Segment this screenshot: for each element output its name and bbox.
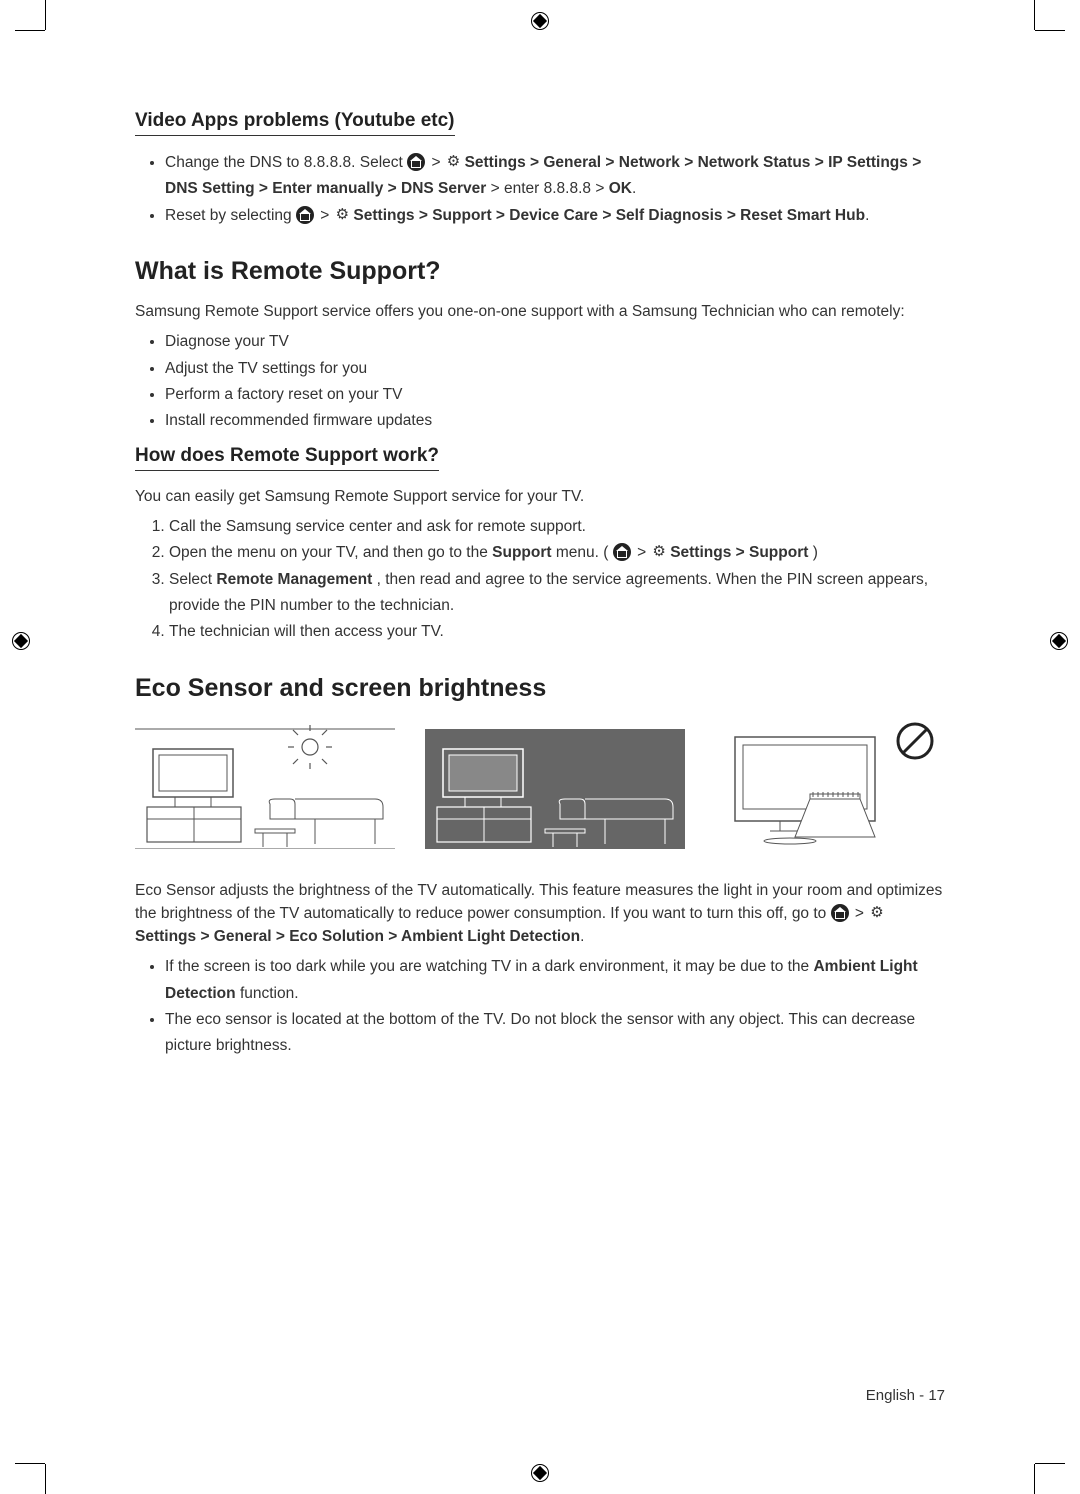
illustration-row [135, 719, 945, 849]
home-icon [831, 904, 849, 922]
remote-support-intro: Samsung Remote Support service offers yo… [135, 300, 945, 323]
registration-mark-icon [12, 632, 30, 650]
crop-mark [45, 30, 75, 60]
step-2: Open the menu on your TV, and then go to… [169, 540, 945, 566]
gear-icon: ⚙ [652, 539, 665, 565]
gear-icon: ⚙ [336, 202, 349, 228]
list-item: Install recommended firmware updates [165, 408, 945, 434]
how-intro: You can easily get Samsung Remote Suppor… [135, 485, 945, 508]
list-item: Adjust the TV settings for you [165, 356, 945, 382]
gear-icon: ⚙ [447, 149, 460, 175]
list-item: If the screen is too dark while you are … [165, 954, 945, 1007]
eco-notes: If the screen is too dark while you are … [135, 954, 945, 1059]
crop-mark [45, 1434, 75, 1464]
registration-mark-icon [531, 12, 549, 30]
illustration-blocked [715, 719, 945, 849]
list-item: Perform a factory reset on your TV [165, 382, 945, 408]
step-3: Select Remote Management , then read and… [169, 567, 945, 620]
video-apps-list: Change the DNS to 8.8.8.8. Select > ⚙ Se… [135, 150, 945, 229]
remote-support-heading: What is Remote Support? [135, 257, 945, 286]
page-footer: English - 17 [866, 1387, 945, 1404]
registration-mark-icon [531, 1464, 549, 1482]
eco-sensor-heading: Eco Sensor and screen brightness [135, 674, 945, 703]
day-room-icon [135, 719, 395, 849]
step-1: Call the Samsung service center and ask … [169, 514, 945, 540]
video-apps-heading: Video Apps problems (Youtube etc) [135, 110, 455, 136]
illustration-night [425, 719, 685, 849]
reset-item: Reset by selecting > ⚙ Settings > Suppor… [165, 203, 945, 229]
crop-mark [1005, 1434, 1035, 1464]
gear-icon: ⚙ [870, 902, 883, 925]
step-4: The technician will then access your TV. [169, 619, 945, 645]
eco-description: Eco Sensor adjusts the brightness of the… [135, 879, 945, 949]
how-steps: Call the Samsung service center and ask … [135, 514, 945, 646]
crop-mark [1005, 30, 1035, 60]
home-icon [296, 206, 314, 224]
illustration-day [135, 719, 395, 849]
page-content: Video Apps problems (Youtube etc) Change… [0, 0, 1080, 1120]
dns-change-item: Change the DNS to 8.8.8.8. Select > ⚙ Se… [165, 150, 945, 203]
list-item: The eco sensor is located at the bottom … [165, 1007, 945, 1060]
night-room-icon [425, 719, 685, 849]
how-remote-support-heading: How does Remote Support work? [135, 445, 439, 471]
remote-support-list: Diagnose your TV Adjust the TV settings … [135, 329, 945, 434]
home-icon [613, 543, 631, 561]
registration-mark-icon [1050, 632, 1068, 650]
home-icon [407, 153, 425, 171]
blocked-sensor-icon [715, 719, 945, 849]
list-item: Diagnose your TV [165, 329, 945, 355]
